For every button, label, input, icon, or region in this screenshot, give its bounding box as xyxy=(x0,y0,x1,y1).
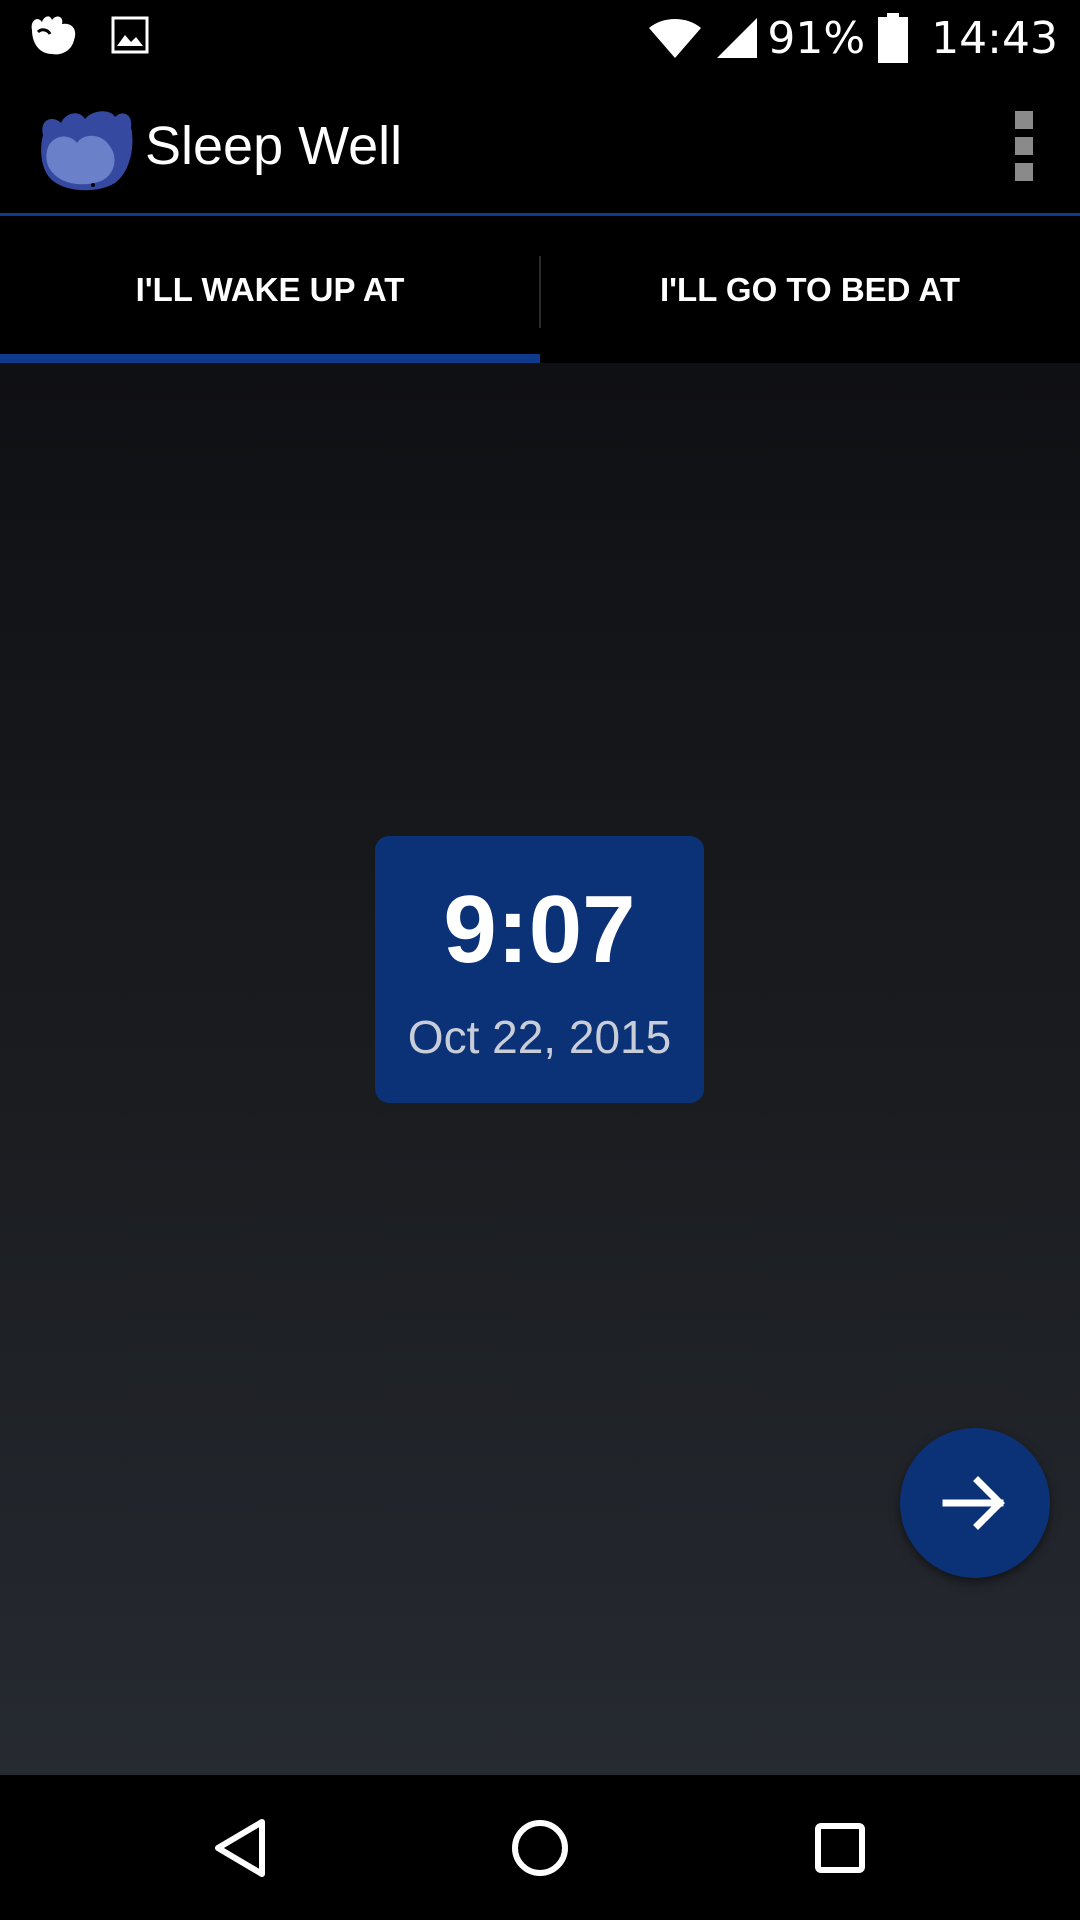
recents-button[interactable] xyxy=(780,1775,900,1920)
date-value: Oct 22, 2015 xyxy=(407,1011,672,1063)
overflow-menu-dot xyxy=(1015,163,1033,181)
tab-wake-up-at[interactable]: I'LL WAKE UP AT xyxy=(0,216,540,363)
overflow-menu-button[interactable] xyxy=(1004,111,1044,181)
time-value: 9:07 xyxy=(443,876,636,983)
tab-selected-indicator xyxy=(0,354,540,363)
tab-divider xyxy=(539,256,541,328)
navigation-bar xyxy=(0,1775,1080,1920)
home-button[interactable] xyxy=(480,1775,600,1920)
next-fab-button[interactable] xyxy=(900,1428,1050,1578)
tab-label: I'LL WAKE UP AT xyxy=(135,270,405,308)
app-logo xyxy=(35,105,135,191)
time-picker-card[interactable]: 9:07 Oct 22, 2015 xyxy=(375,836,704,1103)
cell-signal-icon xyxy=(715,16,759,60)
home-icon xyxy=(510,1818,570,1878)
recents-icon xyxy=(814,1822,866,1874)
app-bar: Sleep Well xyxy=(0,75,1080,216)
status-notifications xyxy=(28,12,150,58)
overflow-menu-dot xyxy=(1015,137,1033,155)
battery-icon xyxy=(877,13,909,63)
tab-go-to-bed-at[interactable]: I'LL GO TO BED AT xyxy=(540,216,1080,363)
tab-label: I'LL GO TO BED AT xyxy=(660,270,960,308)
arrow-right-icon xyxy=(942,1475,1008,1531)
status-indicators: 91% 14:43 xyxy=(647,8,1058,68)
back-button[interactable] xyxy=(180,1775,300,1920)
battery-percent: 91% xyxy=(767,12,866,64)
status-bar: 91% 14:43 xyxy=(0,0,1080,75)
wifi-icon xyxy=(647,16,703,60)
back-icon xyxy=(212,1818,268,1878)
image-icon xyxy=(110,15,150,55)
overflow-menu-icon xyxy=(1015,111,1033,129)
app-notification-icon xyxy=(28,12,80,58)
main-content: 9:07 Oct 22, 2015 xyxy=(0,363,1080,1775)
status-clock: 14:43 xyxy=(931,12,1058,64)
app-title: Sleep Well xyxy=(145,116,403,176)
